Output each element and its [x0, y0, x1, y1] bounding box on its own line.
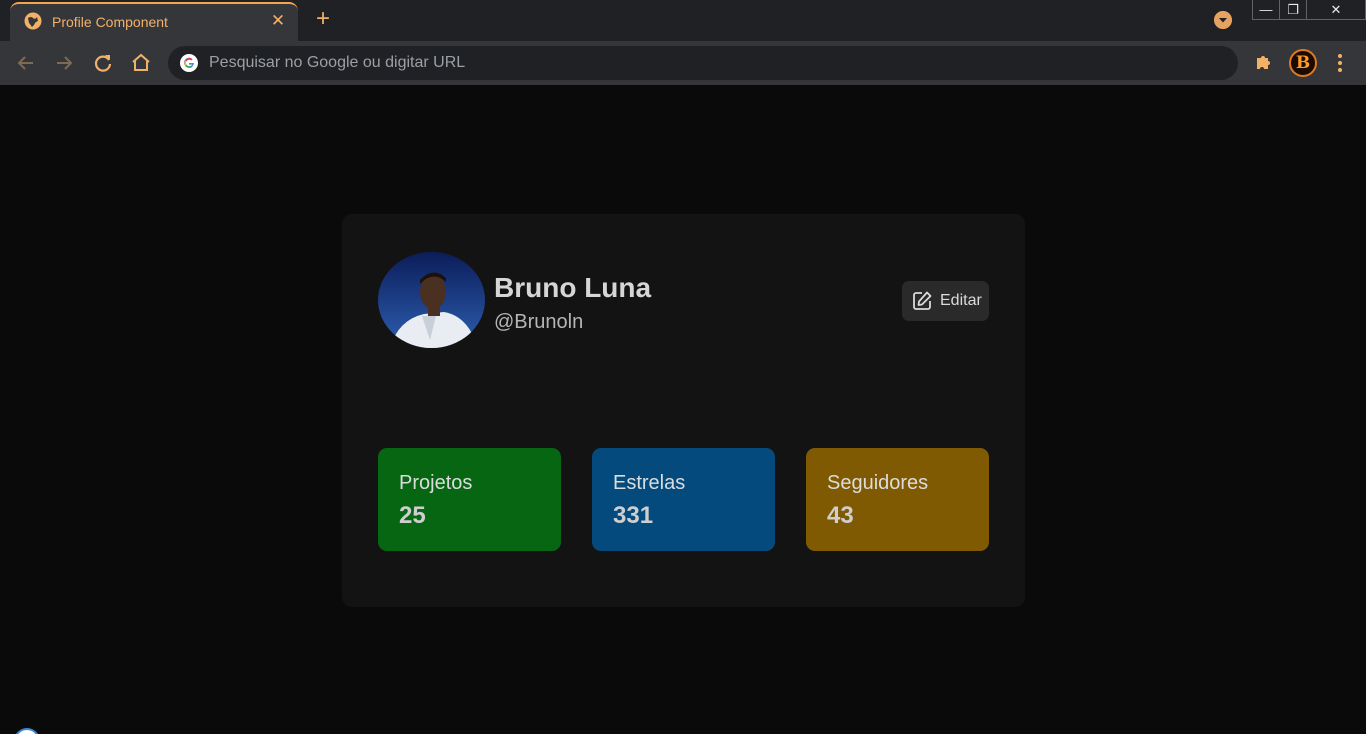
address-bar[interactable]: Pesquisar no Google ou digitar URL: [168, 46, 1238, 80]
stat-card-stars: Estrelas 331: [592, 448, 775, 551]
stat-value: 43: [827, 502, 854, 529]
browser-toolbar: Pesquisar no Google ou digitar URL B: [0, 41, 1366, 85]
reload-icon[interactable]: [91, 51, 115, 75]
kebab-menu-icon[interactable]: [1330, 51, 1350, 75]
home-icon[interactable]: [129, 51, 153, 75]
stat-label: Projetos: [399, 472, 473, 494]
puzzle-piece-icon[interactable]: [1253, 51, 1275, 73]
forward-arrow-icon[interactable]: [52, 51, 76, 75]
stat-value: 25: [399, 502, 426, 529]
globe-icon: [24, 12, 42, 30]
tab-close-icon[interactable]: ✕: [268, 11, 288, 31]
avatar: [378, 252, 485, 348]
edit-button-label: Editar: [940, 292, 982, 309]
minimize-button[interactable]: —: [1253, 0, 1280, 19]
address-bar-placeholder: Pesquisar no Google ou digitar URL: [209, 54, 466, 71]
stat-label: Seguidores: [827, 472, 929, 494]
browser-tab[interactable]: Profile Component ✕: [10, 2, 298, 41]
profile-avatar-button[interactable]: B: [1289, 49, 1317, 77]
stat-value: 331: [613, 502, 654, 529]
browser-tab-strip: Profile Component ✕ + — ❐ ✕: [0, 0, 1366, 41]
edit-button[interactable]: Editar: [902, 281, 989, 321]
google-g-icon: [180, 54, 198, 72]
tab-title: Profile Component: [52, 14, 168, 30]
window-controls: — ❐ ✕: [1252, 0, 1366, 20]
profile-name: Bruno Luna: [494, 272, 652, 303]
tab-search-icon[interactable]: [1214, 11, 1232, 29]
corner-widget[interactable]: [14, 728, 40, 734]
close-window-button[interactable]: ✕: [1307, 0, 1365, 19]
back-arrow-icon[interactable]: [14, 51, 38, 75]
new-tab-button[interactable]: +: [311, 7, 335, 32]
stat-card-projects: Projetos 25: [378, 448, 561, 551]
profile-handle: @Brunoln: [494, 311, 584, 333]
avatar-photo: [378, 252, 485, 348]
stat-label: Estrelas: [613, 472, 686, 494]
edit-pencil-icon: [913, 291, 932, 310]
restore-button[interactable]: ❐: [1280, 0, 1307, 19]
profile-card: Bruno Luna @Brunoln Editar Projetos 25 E…: [342, 214, 1025, 607]
stat-card-followers: Seguidores 43: [806, 448, 989, 551]
